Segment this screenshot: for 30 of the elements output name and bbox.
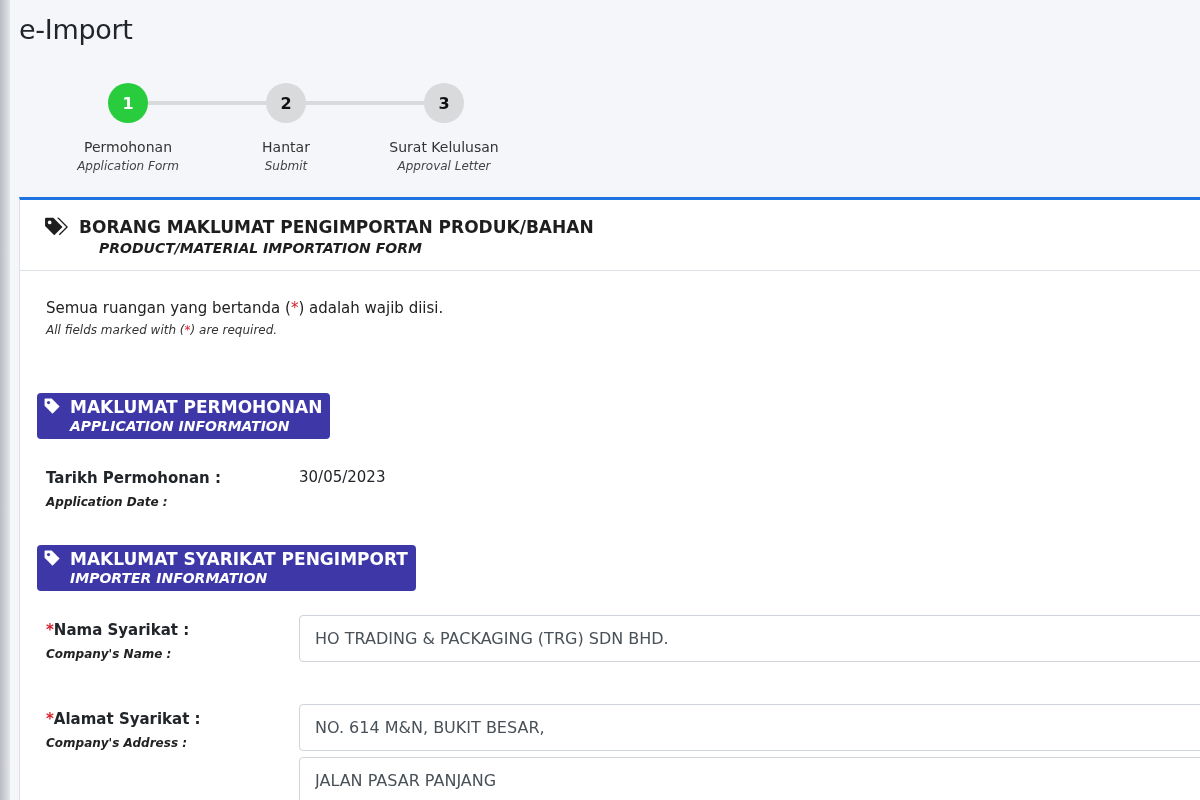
field-value: 30/05/2023: [299, 467, 387, 486]
form-title: BORANG MAKLUMAT PENGIMPORTAN PRODUK/BAHAN: [79, 217, 594, 237]
section-title: MAKLUMAT PERMOHONAN: [70, 397, 323, 418]
field-sublabel: Application Date :: [46, 495, 169, 509]
section-subtitle: APPLICATION INFORMATION: [70, 418, 291, 435]
tag-icon: [43, 397, 62, 416]
form-subtitle: PRODUCT/MATERIAL IMPORTATION FORM: [99, 240, 423, 256]
section-subtitle: IMPORTER INFORMATION: [70, 570, 269, 587]
field-sublabel: Company's Address :: [46, 736, 189, 750]
step-sublabel: Application Form: [77, 159, 179, 173]
field-label: *Nama Syarikat :: [46, 621, 191, 639]
step-label: Hantar: [262, 139, 310, 155]
text-input[interactable]: JALAN PASAR PANJANG: [299, 757, 1200, 800]
text-input[interactable]: NO. 614 M&N, BUKIT BESAR,: [299, 704, 1200, 751]
tag-icon: [43, 549, 62, 568]
required-notice-english: All fields marked with (*) are required.: [46, 323, 279, 337]
field-label: Tarikh Permohonan :: [46, 469, 223, 487]
required-notice: Semua ruangan yang bertanda (*) adalah wajib diisi.: [46, 299, 445, 317]
text-input[interactable]: HO TRADING & PACKAGING (TRG) SDN BHD.: [299, 615, 1200, 662]
step-sublabel: Submit: [264, 159, 308, 173]
step-label: Permohonan: [83, 139, 172, 155]
tags-icon: [44, 216, 70, 238]
step-sublabel: Approval Letter: [397, 159, 491, 173]
field-sublabel: Company's Name :: [46, 647, 173, 661]
step-number[interactable]: 3: [424, 83, 464, 123]
step-number[interactable]: 2: [266, 83, 306, 123]
page-title: e-Import: [19, 14, 134, 45]
step-label: Surat Kelulusan: [389, 139, 499, 155]
section-title: MAKLUMAT SYARIKAT PENGIMPORT: [70, 549, 408, 570]
field-label: *Alamat Syarikat :: [46, 710, 202, 728]
